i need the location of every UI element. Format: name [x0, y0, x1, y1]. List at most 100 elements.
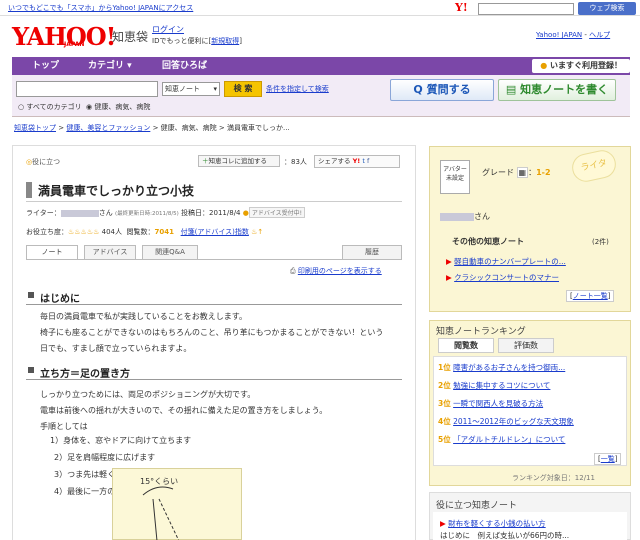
login-link[interactable]: ログイン	[152, 24, 184, 35]
search-input[interactable]	[16, 81, 158, 97]
web-search-input[interactable]	[478, 3, 574, 15]
add-to-collection-button[interactable]: ＋知恵コレに追加する	[198, 155, 280, 167]
grade-icon: ▦	[516, 167, 529, 178]
useful-tag: ◎役に立つ	[26, 157, 60, 167]
useful-note-excerpt: はじめに 例えば支払いが66円の時...	[440, 531, 570, 540]
main-nav: トップ カテゴリ ▾ 回答ひろば ● いますぐ利用登録！	[12, 57, 630, 75]
ranking-title: 知恵ノートランキング	[436, 327, 526, 337]
pageview-count: 7041	[154, 228, 174, 236]
writer-suffix: さん	[98, 209, 113, 217]
updated-date: (最終更新日時:2011/8/5)	[114, 211, 179, 217]
facebook-icon: f	[366, 157, 370, 165]
section-stance-title: 立ち方＝足の置き方	[40, 369, 130, 380]
advice-badge: アドバイス受付中!	[248, 207, 306, 218]
print-page-label: 印刷用のページを表示する	[297, 267, 382, 275]
advanced-search-link[interactable]: 条件を指定して検索	[266, 84, 329, 94]
useful-count: 404人	[101, 228, 122, 236]
add-to-collection-label: 知恵コレに追加する	[208, 157, 268, 165]
yahoo-icon: Y!	[455, 1, 468, 14]
section-intro-body: 毎日の満員電車で私が実践していることをお教えします。 椅子にも座ることができない…	[40, 309, 383, 357]
new-id-link[interactable]: 新規取得	[211, 37, 239, 45]
writer-name-blurred[interactable]	[60, 209, 99, 217]
smartphone-promo-link[interactable]: いつでもどこでも「スマホ」からYahoo! JAPANにアクセス	[8, 3, 193, 13]
ask-question-label: 質問する	[426, 83, 471, 96]
avatar[interactable]: アバター未設定	[440, 160, 470, 194]
other-note-link: 軽自動車のナンバープレートの...	[454, 257, 566, 266]
article-stats: お役立ち度：♨♨♨♨♨ 404人 閲覧数：7041 付箋(アドバイス)指数 ♨↑	[26, 227, 263, 237]
section-intro-heading: はじめに	[26, 288, 402, 305]
ranking-tab-views[interactable]: 閲覧数	[438, 338, 494, 353]
ranking-item[interactable]: 1位 障害があるお子さんを持つ御両...	[438, 362, 565, 373]
writer-name[interactable]: さん	[440, 211, 490, 222]
nav-tab-answer-plaza[interactable]: 回答ひろば	[150, 57, 219, 75]
ranking-item[interactable]: 4位 2011〜2012年のビッグな天文現象	[438, 416, 574, 427]
printer-icon: ⎙	[290, 267, 296, 275]
useful-note-item[interactable]: ▶ 財布を軽くする小銭の払い方	[440, 518, 546, 529]
ranking-link: 2011〜2012年のビッグな天文現象	[453, 417, 574, 426]
help-link[interactable]: ヘルプ	[589, 31, 610, 39]
yahoo-japan-link[interactable]: Yahoo! JAPAN	[536, 31, 582, 39]
nav-tab-top[interactable]: トップ	[20, 57, 71, 75]
breadcrumb-category[interactable]: 健康、美容とファッション	[66, 124, 150, 132]
breadcrumb: 知恵袋トップ > 健康、美容とファッション > 健康、病気、病院 > 満員電車で…	[14, 124, 290, 132]
article-title: 満員電車でしっかり立つ小技	[38, 184, 195, 198]
tab-note[interactable]: ノート	[26, 245, 78, 260]
useful-notes-title: 役に立つ知恵ノート	[436, 501, 518, 511]
share-label: シェアする	[318, 157, 351, 165]
radio-current-label: 健康、病気、病院	[94, 103, 151, 111]
collection-count-value: 83人	[291, 158, 307, 166]
ranking-more-link[interactable]: [一覧]	[594, 453, 622, 465]
header-links: Yahoo! JAPAN - ヘルプ	[536, 31, 611, 39]
ask-question-button[interactable]: Q 質問する	[390, 79, 494, 101]
write-note-label: 知恵ノートを書く	[520, 83, 609, 96]
share-button[interactable]: シェアする Y! t f	[314, 155, 400, 168]
intro-line-1: 毎日の満員電車で私が実践していることをお教えします。	[40, 312, 247, 321]
tab-related-qa[interactable]: 関連Q&A	[142, 245, 198, 260]
print-page-link[interactable]: ⎙ 印刷用のページを表示する	[290, 266, 382, 276]
web-search-button[interactable]: ウェブ検索	[578, 2, 636, 15]
section-bullet-icon	[28, 367, 34, 373]
search-icon: Q	[413, 83, 427, 96]
other-note-item[interactable]: ▶ 軽自動車のナンバープレートの...	[446, 256, 566, 267]
other-note-item[interactable]: ▶ クラシックコンサートのマナー	[446, 272, 559, 283]
arrow-icon: ▶	[440, 519, 449, 528]
article-meta: ライター： さん (最終更新日時:2011/8/5) 投稿日：2011/8/4 ●…	[26, 207, 306, 218]
breadcrumb-top[interactable]: 知恵袋トップ	[14, 124, 56, 132]
search-button[interactable]: 検 索	[224, 81, 262, 97]
other-notes-count: (2件)	[592, 238, 609, 246]
ranking-date: ランキング対象日：12/11	[512, 474, 595, 482]
note-list-link[interactable]: [ノート一覧]	[566, 290, 615, 302]
section-stance-heading: 立ち方＝足の置き方	[26, 363, 402, 380]
ranking-item[interactable]: 3位 一瞬で関西人を見破る方法	[438, 398, 543, 409]
note-list-label: ノート一覧	[572, 292, 608, 300]
yahoo-share-icon: Y!	[352, 157, 361, 165]
ranking-number: 4位	[438, 417, 451, 426]
posted-date: 投稿日：2011/8/4	[181, 209, 241, 217]
write-note-button[interactable]: ▤ 知恵ノートを書く	[498, 79, 616, 101]
chevron-down-icon: ▾	[213, 85, 217, 93]
tab-history[interactable]: 履歴	[342, 245, 402, 260]
ranking-number: 1位	[438, 363, 451, 372]
ranking-tab-ratings[interactable]: 評価数	[498, 338, 554, 353]
breadcrumb-rest: > 健康、病気、病院 > 満員電車でしっか...	[152, 124, 290, 132]
ranking-link: 障害があるお子さんを持つ御両...	[453, 363, 566, 372]
diagram-angle-label: 15°くらい	[140, 477, 179, 486]
sticky-index-link[interactable]: 付箋(アドバイス)指数	[181, 228, 249, 236]
ranking-item[interactable]: 2位 勉強に集中するコツについて	[438, 380, 550, 391]
nav-tab-category[interactable]: カテゴリ ▾	[76, 57, 144, 75]
register-now-button[interactable]: ● いますぐ利用登録！	[532, 59, 630, 73]
section-bullet-icon	[28, 292, 34, 298]
other-notes-title: その他の知恵ノート	[452, 237, 524, 246]
service-name[interactable]: 知恵袋	[112, 28, 148, 45]
register-icon: ●	[540, 61, 550, 70]
grade-value: 1-2	[536, 168, 551, 177]
ranking-item[interactable]: 5位 「アダルトチルドレン」について	[438, 434, 565, 445]
writer-name-suffix: さん	[474, 212, 490, 221]
tab-advice[interactable]: アドバイス	[84, 245, 136, 260]
writer-label: ライター：	[26, 209, 61, 217]
registration-close: ]	[239, 37, 242, 45]
intro-line-3: 日でも、すまし顔で立っていられますよ。	[40, 344, 192, 353]
search-scope-select[interactable]: 知恵ノート ▾	[162, 82, 220, 96]
ranking-link: 勉強に集中するコツについて	[453, 381, 551, 390]
useful-flames-icon: ♨♨♨♨♨	[68, 228, 100, 236]
